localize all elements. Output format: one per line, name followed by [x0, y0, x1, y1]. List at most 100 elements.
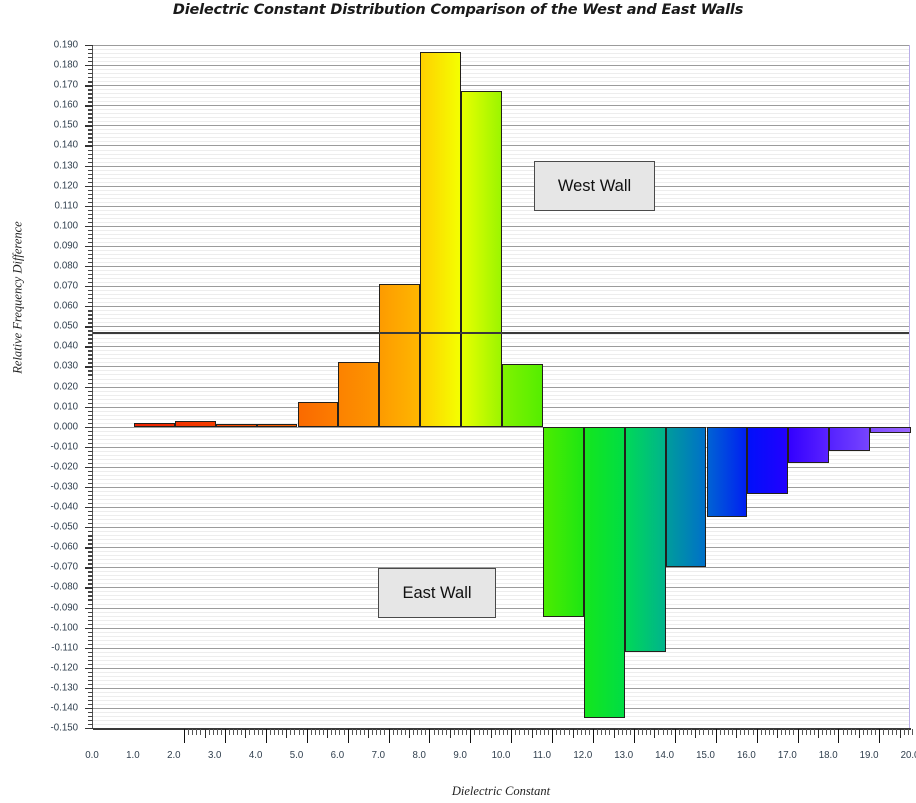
x-tick-minor	[400, 729, 402, 735]
y-tick-minor	[88, 157, 93, 159]
x-tick-minor	[867, 729, 868, 735]
x-tick-label: 17.0	[777, 750, 797, 761]
gridline-minor	[93, 515, 909, 517]
y-tick-minor	[88, 438, 93, 441]
x-tick-minor	[871, 729, 873, 735]
bar	[624, 426, 666, 652]
gridline-minor	[93, 591, 909, 593]
x-tick-major	[552, 729, 554, 743]
x-tick-major	[306, 729, 308, 743]
x-tick-minor	[625, 729, 627, 735]
x-tick-minor	[809, 729, 811, 735]
y-tick-minor	[88, 470, 93, 473]
gridline-minor	[93, 675, 909, 677]
y-tick-minor	[88, 113, 93, 115]
y-tick-label: 0.120	[53, 180, 78, 192]
y-tick-minor	[88, 495, 93, 497]
x-tick-minor	[413, 729, 414, 735]
x-tick-minor	[216, 729, 218, 735]
x-tick-minor	[458, 729, 459, 735]
x-tick-major	[674, 729, 676, 743]
x-tick-minor	[642, 729, 644, 735]
x-tick-minor	[781, 729, 783, 735]
bar	[706, 426, 748, 518]
y-tick-label: -0.060	[50, 541, 78, 553]
x-tick-minor	[846, 729, 848, 735]
gridline-minor	[93, 655, 909, 657]
y-tick-minor	[88, 350, 93, 352]
x-tick-minor	[740, 729, 742, 735]
x-tick-major	[265, 729, 267, 743]
x-tick-label: 7.0	[371, 750, 386, 761]
y-tick-minor	[88, 551, 93, 553]
y-tick-label: -0.090	[50, 602, 78, 613]
x-tick-minor	[719, 729, 721, 735]
x-tick-major	[224, 729, 226, 743]
x-tick-minor	[237, 729, 239, 735]
x-tick-minor	[441, 729, 443, 735]
x-tick-minor	[858, 729, 860, 738]
x-tick-label: 11.0	[532, 750, 551, 761]
x-tick-minor	[445, 729, 447, 735]
y-tick	[85, 65, 93, 67]
y-tick-minor	[88, 635, 93, 637]
y-tick-minor	[88, 462, 93, 465]
x-tick-label: 13.0	[614, 750, 634, 761]
x-tick-minor	[560, 729, 562, 735]
y-tick-minor	[88, 390, 93, 392]
x-tick-major	[511, 729, 513, 743]
y-tick-minor	[88, 298, 93, 300]
gridline-minor	[93, 623, 909, 625]
y-tick-minor	[88, 109, 93, 111]
bar	[665, 426, 707, 568]
x-tick-minor	[229, 729, 230, 735]
gridline-minor	[93, 495, 909, 496]
x-tick-label: 18.0	[818, 750, 838, 761]
y-tick-minor	[88, 615, 93, 617]
x-tick-minor	[629, 729, 631, 735]
y-tick-minor	[88, 378, 93, 380]
x-tick-label: 19.0	[859, 750, 879, 761]
x-tick-label: 5.0	[289, 750, 304, 761]
y-tick-minor	[88, 539, 93, 541]
gridline-major	[93, 45, 909, 46]
y-tick-label: -0.110	[51, 642, 78, 654]
y-tick-label: 0.170	[53, 79, 78, 91]
x-tick-minor	[539, 729, 541, 735]
y-tick-label: -0.140	[50, 702, 78, 714]
y-tick-minor	[88, 555, 93, 557]
bar	[338, 362, 380, 427]
x-tick-minor	[899, 729, 901, 738]
bar	[829, 426, 871, 451]
y-tick-minor	[88, 724, 93, 726]
x-tick-label: 4.0	[248, 750, 263, 761]
y-tick-minor	[88, 69, 93, 71]
x-tick-minor	[188, 729, 190, 735]
gridline-minor	[93, 555, 909, 557]
y-tick-minor	[88, 503, 93, 505]
y-tick-minor	[88, 579, 93, 581]
x-tick-label: 1.0	[126, 750, 140, 761]
x-tick-label: 12.0	[573, 750, 593, 761]
y-tick-minor	[88, 310, 93, 312]
y-tick-label: 0.150	[53, 119, 78, 131]
y-tick	[85, 145, 93, 147]
x-tick-minor	[748, 729, 750, 735]
y-tick-label: 0.060	[53, 300, 78, 312]
y-tick-minor	[88, 519, 93, 521]
gridline-minor	[93, 639, 909, 641]
x-tick-minor	[580, 729, 582, 735]
y-tick-minor	[88, 422, 93, 425]
x-tick-major	[797, 729, 799, 743]
y-tick-minor	[88, 318, 93, 320]
x-tick-major	[184, 729, 185, 743]
y-tick-label: 0.070	[53, 280, 78, 292]
y-tick	[85, 326, 93, 328]
y-tick-label: 0.140	[53, 139, 78, 151]
x-tick-minor	[564, 729, 566, 735]
plot-area: West Wall East Wall	[85, 45, 911, 730]
x-tick-minor	[351, 729, 353, 735]
x-tick-minor	[609, 729, 611, 735]
y-tick-minor	[88, 294, 93, 296]
x-tick-minor	[834, 729, 836, 735]
